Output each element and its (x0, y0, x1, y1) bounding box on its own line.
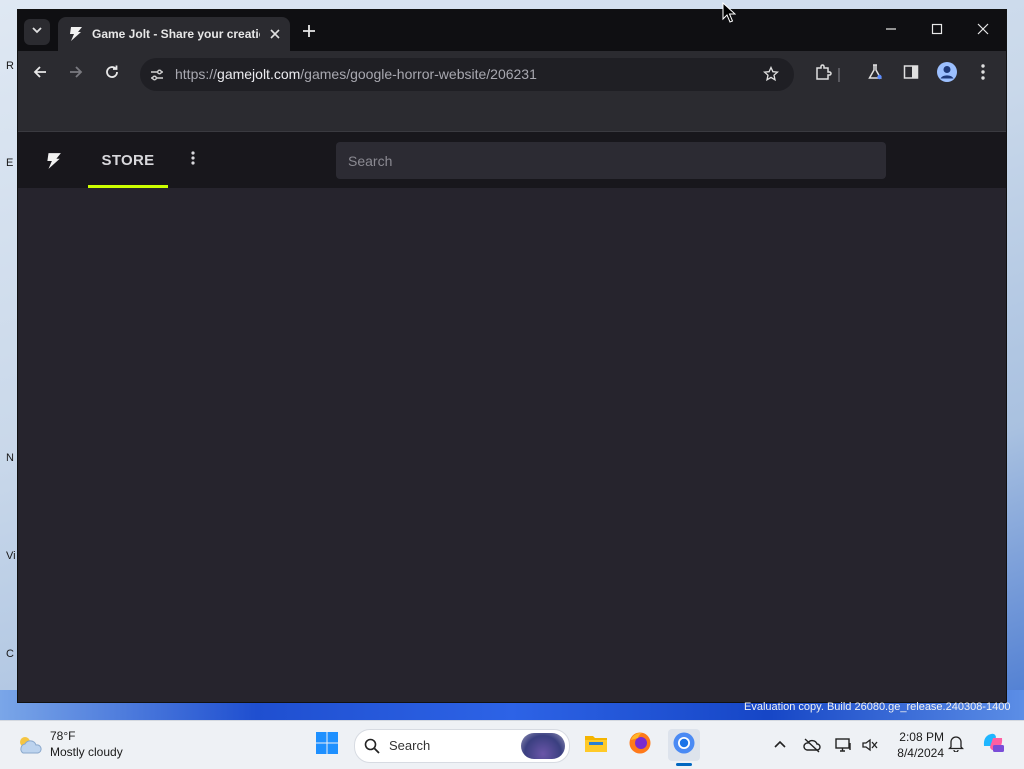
browser-menu-button[interactable] (972, 63, 994, 85)
back-button[interactable] (29, 63, 51, 85)
url-scheme: https:// (175, 66, 218, 82)
show-hidden-icons-button[interactable] (770, 735, 790, 755)
minimize-icon (885, 22, 897, 40)
copilot-icon (981, 730, 1005, 759)
chevron-down-icon (31, 23, 43, 41)
tab-title: Game Jolt - Share your creations (92, 27, 260, 41)
taskbar-file-explorer[interactable] (580, 729, 612, 761)
forward-button[interactable] (65, 63, 87, 85)
system-clock[interactable]: 2:08 PM 8/4/2024 (884, 729, 944, 761)
minimize-button[interactable] (878, 18, 904, 44)
nav-store-label: STORE (101, 151, 155, 169)
side-panel-icon (902, 63, 920, 86)
arrow-right-icon (68, 64, 84, 85)
maximize-button[interactable] (924, 18, 950, 44)
site-search-input[interactable] (336, 142, 886, 179)
taskbar: 78°F Mostly cloudy Search 2:08 PM 8/4/20… (0, 720, 1024, 769)
clock-time: 2:08 PM (899, 730, 944, 744)
site-search-box[interactable] (336, 142, 886, 179)
url-host: gamejolt.com (217, 66, 301, 82)
nav-store-link[interactable]: STORE (88, 132, 168, 188)
weather-temperature: 78°F (50, 729, 76, 743)
bookmark-star-icon[interactable] (762, 65, 780, 83)
desktop-icon-label[interactable]: Vi (6, 550, 16, 562)
kebab-menu-icon (190, 150, 196, 171)
close-tab-icon[interactable] (268, 27, 282, 41)
active-app-indicator (676, 763, 692, 766)
puzzle-icon (814, 63, 832, 86)
gamejolt-logo-icon[interactable] (42, 150, 64, 172)
onedrive-offline-icon[interactable] (802, 735, 822, 755)
mouse-cursor-icon (722, 1, 737, 24)
desktop-icon-label[interactable]: N (6, 452, 14, 464)
extensions-button[interactable] (812, 63, 834, 85)
taskbar-chrome[interactable] (668, 729, 700, 761)
flask-icon (866, 63, 884, 86)
search-highlight-image (521, 733, 565, 759)
toolbar-divider (838, 68, 840, 82)
taskbar-search[interactable]: Search (354, 729, 570, 763)
site-info-icon[interactable] (148, 66, 166, 84)
page-content (18, 188, 1006, 702)
close-icon (977, 22, 989, 40)
search-icon (363, 737, 381, 755)
close-window-button[interactable] (970, 18, 996, 44)
desktop-icon-label[interactable]: R (6, 60, 14, 72)
plus-icon (302, 24, 316, 43)
copilot-button[interactable] (980, 731, 1006, 757)
start-button[interactable] (311, 729, 343, 761)
firefox-icon (628, 731, 652, 760)
reload-button[interactable] (101, 63, 123, 85)
network-icon[interactable] (834, 735, 854, 755)
gamejolt-favicon-icon (66, 25, 84, 43)
browser-window: Game Jolt - Share your creations (18, 10, 1006, 702)
evaluation-watermark: Evaluation copy. Build 26080.ge_release.… (744, 701, 1011, 713)
desktop-icon-label[interactable]: E (6, 157, 13, 169)
cloudy-weather-icon (16, 733, 44, 757)
maximize-icon (931, 22, 943, 40)
side-panel-button[interactable] (900, 63, 922, 85)
bookmarks-bar (18, 97, 1006, 132)
site-navbar: STORE (18, 132, 1006, 188)
new-tab-button[interactable] (298, 22, 320, 44)
weather-widget[interactable]: 78°F Mostly cloudy (16, 729, 156, 761)
arrow-left-icon (32, 64, 48, 85)
bell-icon (947, 734, 965, 757)
windows-logo-icon (315, 731, 339, 760)
avatar-icon (936, 61, 958, 88)
taskbar-firefox[interactable] (624, 729, 656, 761)
url-path: /games/google-horror-website/206231 (300, 66, 537, 82)
address-bar[interactable]: https://gamejolt.com/games/google-horror… (140, 58, 794, 91)
profile-button[interactable] (936, 61, 958, 88)
folder-icon (584, 732, 608, 759)
reload-icon (104, 64, 120, 85)
weather-description: Mostly cloudy (50, 745, 123, 759)
site-more-button[interactable] (184, 150, 202, 170)
kebab-menu-icon (980, 63, 986, 86)
url-text[interactable]: https://gamejolt.com/games/google-horror… (175, 66, 537, 82)
taskbar-search-label: Search (389, 738, 431, 753)
chevron-up-icon (773, 736, 787, 754)
clock-date: 8/4/2024 (897, 746, 944, 760)
desktop-icon-label[interactable]: C (6, 648, 14, 660)
labs-button[interactable] (864, 63, 886, 85)
tab-gamejolt[interactable]: Game Jolt - Share your creations (58, 17, 290, 51)
chrome-icon (672, 731, 696, 760)
browser-toolbar: https://gamejolt.com/games/google-horror… (18, 51, 1006, 97)
volume-muted-icon[interactable] (860, 735, 880, 755)
tab-search-button[interactable] (24, 19, 50, 45)
title-bar: Game Jolt - Share your creations (18, 10, 1006, 51)
notifications-button[interactable] (946, 735, 966, 755)
